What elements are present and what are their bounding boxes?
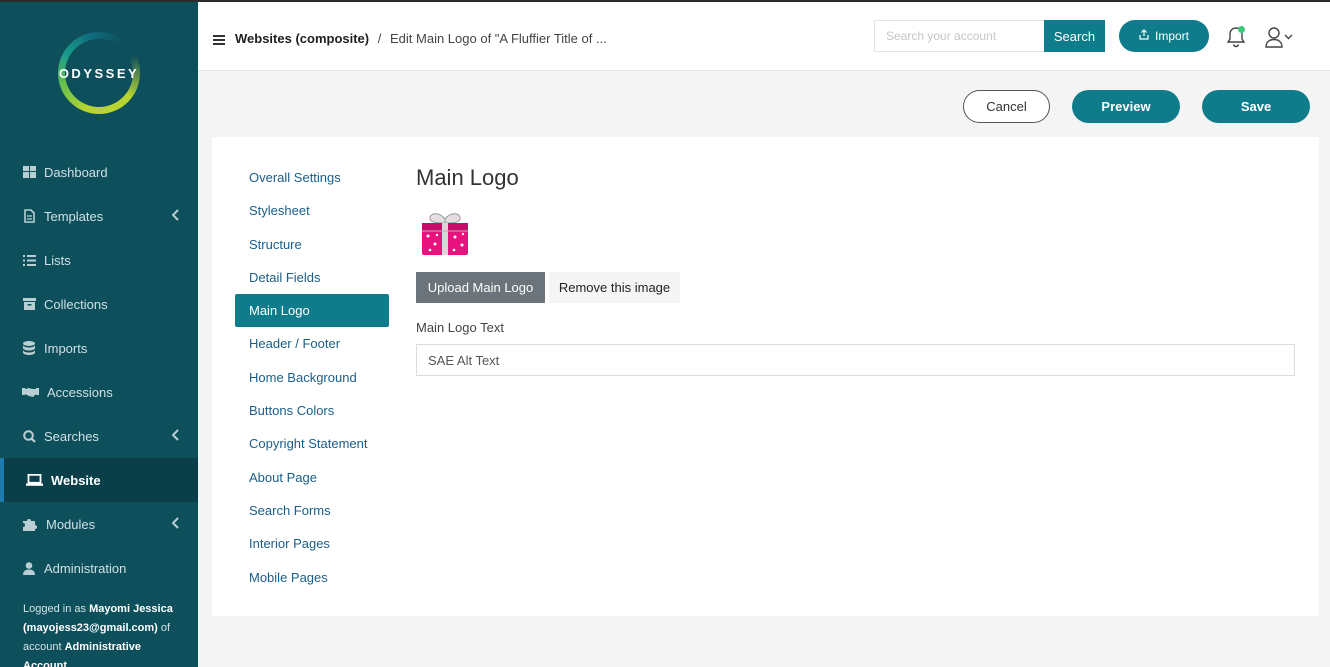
- file-icon: [22, 209, 36, 223]
- settings-nav-item[interactable]: Structure: [235, 228, 389, 261]
- notification-dot: [1238, 26, 1245, 33]
- sidebar-item-lists[interactable]: Lists: [0, 238, 198, 282]
- user-icon: [22, 561, 36, 575]
- upload-main-logo-button[interactable]: Upload Main Logo: [416, 272, 545, 303]
- search-input[interactable]: [874, 20, 1045, 52]
- sidebar-item-label: Templates: [44, 208, 104, 224]
- settings-nav-item[interactable]: About Page: [235, 461, 389, 494]
- chevron-left-icon: [171, 429, 180, 443]
- upload-icon: [1139, 29, 1149, 43]
- menu-icon[interactable]: [213, 35, 225, 45]
- main-logo-text-label: Main Logo Text: [416, 320, 504, 335]
- sidebar-item-label: Collections: [44, 296, 108, 312]
- chevron-left-icon: [171, 209, 180, 223]
- topbar: Websites (composite) / Edit Main Logo of…: [198, 2, 1330, 71]
- logged-user-name: Mayomi Jessica: [89, 603, 173, 615]
- sidebar-item-accessions[interactable]: Accessions: [0, 370, 198, 414]
- cancel-button[interactable]: Cancel: [963, 90, 1050, 123]
- sidebar-item-imports[interactable]: Imports: [0, 326, 198, 370]
- sidebar-item-modules[interactable]: Modules: [0, 502, 198, 546]
- breadcrumb-root[interactable]: Websites (composite): [235, 31, 369, 46]
- user-menu[interactable]: [1265, 26, 1295, 48]
- settings-nav-item[interactable]: Stylesheet: [235, 194, 389, 227]
- puzzle-icon: [22, 517, 38, 531]
- settings-nav: Overall Settings Stylesheet Structure De…: [235, 161, 389, 594]
- database-icon: [22, 341, 36, 355]
- gift-logo-image: [418, 211, 472, 259]
- sidebar-item-label: Modules: [46, 516, 96, 532]
- logged-user-email: (mayojess23@gmail.com): [23, 622, 158, 634]
- settings-nav-item[interactable]: Detail Fields: [235, 261, 389, 294]
- laptop-icon: [26, 473, 43, 487]
- search-button[interactable]: Search: [1044, 20, 1105, 52]
- settings-nav-item[interactable]: Copyright Statement: [235, 427, 389, 460]
- sidebar-item-label: Website: [51, 472, 101, 488]
- main-logo-text-input[interactable]: [416, 344, 1295, 376]
- settings-panel: Overall Settings Stylesheet Structure De…: [212, 137, 1319, 616]
- logo-text: ODYSSEY: [58, 66, 140, 81]
- dashboard-icon: [22, 165, 36, 179]
- settings-nav-item-active[interactable]: Main Logo: [235, 294, 389, 328]
- sidebar-item-administration[interactable]: Administration: [0, 546, 198, 590]
- sidebar: ODYSSEY Dashboard Templates Lists Collec…: [0, 2, 198, 667]
- preview-button[interactable]: Preview: [1072, 90, 1180, 123]
- breadcrumb-current: Edit Main Logo of "A Fluffier Title of .…: [390, 31, 607, 46]
- sidebar-item-collections[interactable]: Collections: [0, 282, 198, 326]
- archive-icon: [22, 297, 36, 311]
- settings-nav-item[interactable]: Overall Settings: [235, 161, 389, 194]
- remove-image-button[interactable]: Remove this image: [549, 272, 680, 303]
- logo[interactable]: ODYSSEY: [0, 2, 198, 150]
- sidebar-item-label: Searches: [44, 428, 99, 444]
- sidebar-item-label: Imports: [44, 340, 88, 356]
- breadcrumb: Websites (composite) / Edit Main Logo of…: [235, 31, 607, 46]
- settings-nav-item[interactable]: Interior Pages: [235, 527, 389, 560]
- logged-prefix: Logged in as: [23, 603, 86, 615]
- handshake-icon: [22, 385, 39, 399]
- settings-nav-item[interactable]: Search Forms: [235, 494, 389, 527]
- settings-nav-item[interactable]: Buttons Colors: [235, 394, 389, 427]
- sidebar-item-dashboard[interactable]: Dashboard: [0, 150, 198, 194]
- sidebar-item-label: Administration: [44, 560, 127, 576]
- search-icon: [22, 429, 36, 443]
- settings-nav-item[interactable]: Header / Footer: [235, 327, 389, 360]
- logged-in-info: Logged in as Mayomi Jessica (mayojess23@…: [23, 600, 183, 667]
- settings-nav-item[interactable]: Home Background: [235, 361, 389, 394]
- import-label: Import: [1154, 29, 1189, 43]
- save-button[interactable]: Save: [1202, 90, 1310, 123]
- settings-nav-item[interactable]: Mobile Pages: [235, 561, 389, 594]
- sidebar-item-website[interactable]: Website: [0, 458, 198, 502]
- import-button[interactable]: Import: [1119, 20, 1209, 52]
- sidebar-item-searches[interactable]: Searches: [0, 414, 198, 458]
- sidebar-item-label: Accessions: [47, 384, 113, 400]
- breadcrumb-separator: /: [377, 31, 382, 46]
- sidebar-item-label: Lists: [44, 252, 71, 268]
- list-icon: [22, 253, 36, 267]
- page-title: Main Logo: [416, 165, 519, 190]
- chevron-left-icon: [171, 517, 180, 531]
- sidebar-item-label: Dashboard: [44, 164, 108, 180]
- sidebar-item-templates[interactable]: Templates: [0, 194, 198, 238]
